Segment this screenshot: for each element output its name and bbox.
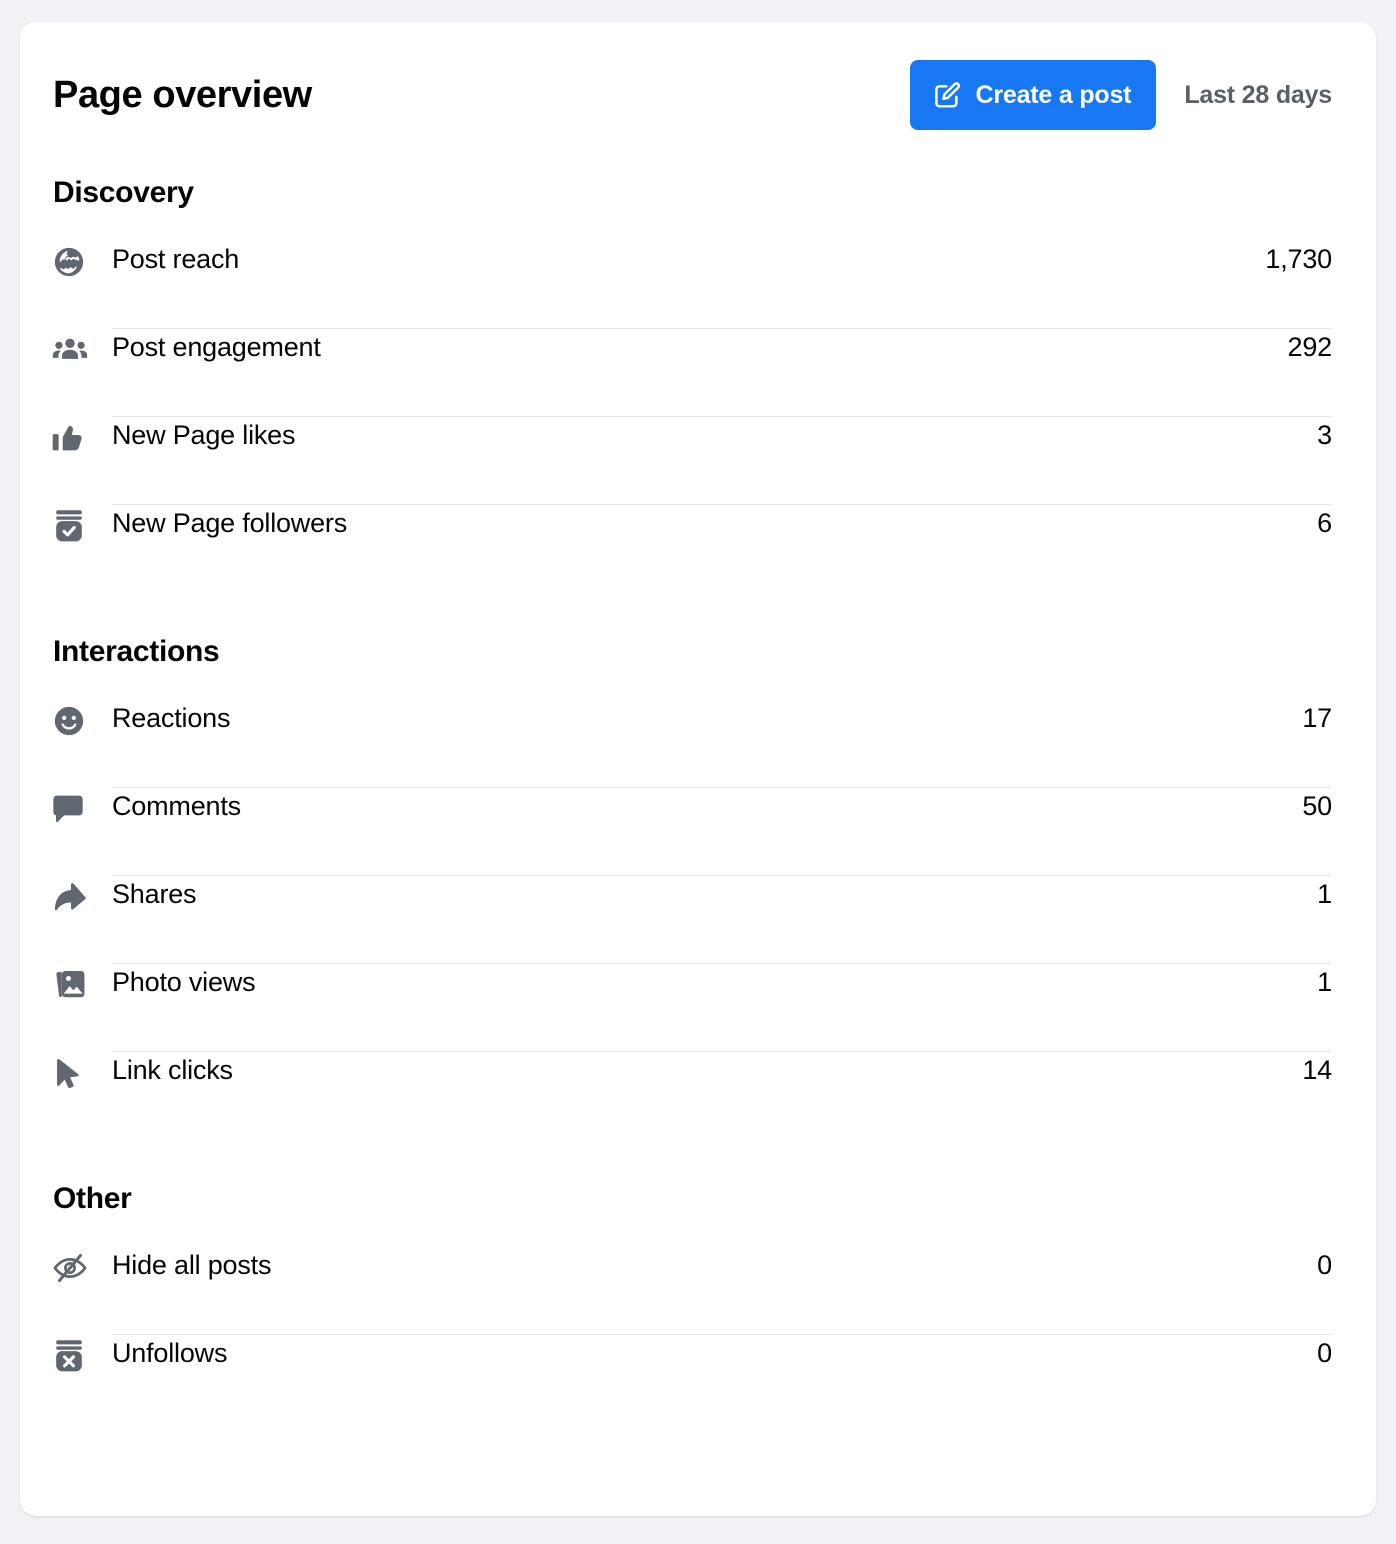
section-interactions: Interactions Reactions 17 Comments 50 Sh… (52, 593, 1332, 1140)
metric-body: New Page likes 3 (112, 417, 1332, 505)
metric-label: Photo views (112, 967, 256, 997)
metric-body: Unfollows 0 (112, 1335, 1332, 1423)
metric-value: 3 (1317, 420, 1332, 450)
metric-body: Link clicks 14 (112, 1052, 1332, 1140)
metric-label: Post engagement (112, 332, 321, 362)
metric-value: 6 (1317, 508, 1332, 538)
page-background: Page overview Create a post Last 28 days… (0, 0, 1396, 1544)
metric-row-unfollows[interactable]: Unfollows 0 (52, 1335, 1332, 1423)
thumbs-up-icon (52, 419, 94, 457)
metric-body: Hide all posts 0 (112, 1247, 1332, 1335)
section-other: Other Hide all posts 0 Unfollows 0 (52, 1140, 1332, 1423)
metric-label: Link clicks (112, 1055, 233, 1085)
metric-row-photo-views[interactable]: Photo views 1 (52, 964, 1332, 1052)
metric-body: New Page followers 6 (112, 505, 1332, 593)
metric-label: Unfollows (112, 1338, 228, 1368)
metric-label: Reactions (112, 703, 231, 733)
metric-label: Hide all posts (112, 1250, 272, 1280)
header-actions: Create a post Last 28 days (909, 60, 1332, 130)
metric-body: Reactions 17 (112, 700, 1332, 788)
metric-body: Post engagement 292 (112, 329, 1332, 417)
metric-row-post-engagement[interactable]: Post engagement 292 (52, 329, 1332, 417)
unfollow-x-icon (52, 1337, 94, 1375)
metric-row-new-page-followers[interactable]: New Page followers 6 (52, 505, 1332, 593)
section-title-other: Other (53, 1182, 132, 1215)
metric-value: 0 (1317, 1250, 1332, 1280)
metric-label: New Page likes (112, 420, 296, 450)
metric-value: 292 (1287, 332, 1333, 362)
metric-row-comments[interactable]: Comments 50 (52, 788, 1332, 876)
compose-icon (932, 80, 962, 110)
metric-value: 17 (1302, 703, 1332, 733)
section-title-interactions: Interactions (53, 635, 220, 668)
metric-body: Comments 50 (112, 788, 1332, 876)
date-range-selector[interactable]: Last 28 days (1184, 81, 1332, 110)
section-discovery: Discovery Post reach 1,730 Post engageme… (52, 134, 1332, 593)
metric-label: Post reach (112, 244, 240, 274)
metric-value: 1,730 (1265, 244, 1332, 274)
metric-row-link-clicks[interactable]: Link clicks 14 (52, 1052, 1332, 1140)
metric-label: New Page followers (112, 508, 348, 538)
card-header: Page overview Create a post Last 28 days (52, 56, 1332, 134)
metric-row-post-reach[interactable]: Post reach 1,730 (52, 241, 1332, 329)
metric-row-shares[interactable]: Shares 1 (52, 876, 1332, 964)
metric-value: 0 (1317, 1338, 1332, 1368)
people-group-icon (52, 331, 94, 369)
page-title: Page overview (53, 74, 312, 116)
globe-icon (52, 243, 94, 281)
metric-row-new-page-likes[interactable]: New Page likes 3 (52, 417, 1332, 505)
metric-body: Photo views 1 (112, 964, 1332, 1052)
create-post-button[interactable]: Create a post (909, 60, 1157, 130)
metric-row-reactions[interactable]: Reactions 17 (52, 700, 1332, 788)
metric-label: Shares (112, 879, 197, 909)
metric-body: Post reach 1,730 (112, 241, 1332, 329)
metric-value: 14 (1302, 1055, 1332, 1085)
eye-slash-icon (52, 1249, 94, 1287)
metric-value: 1 (1317, 879, 1332, 909)
metric-row-hide-all-posts[interactable]: Hide all posts 0 (52, 1247, 1332, 1335)
comment-icon (52, 790, 94, 828)
metric-body: Shares 1 (112, 876, 1332, 964)
section-title-discovery: Discovery (53, 176, 194, 209)
smiley-face-icon (52, 702, 94, 740)
cursor-icon (52, 1054, 94, 1092)
metric-value: 50 (1302, 791, 1332, 821)
metric-value: 1 (1317, 967, 1332, 997)
photos-icon (52, 966, 94, 1004)
page-overview-card: Page overview Create a post Last 28 days… (20, 22, 1376, 1516)
create-post-label: Create a post (975, 80, 1132, 109)
metric-label: Comments (112, 791, 241, 821)
follower-check-icon (52, 507, 94, 545)
share-arrow-icon (52, 878, 94, 916)
